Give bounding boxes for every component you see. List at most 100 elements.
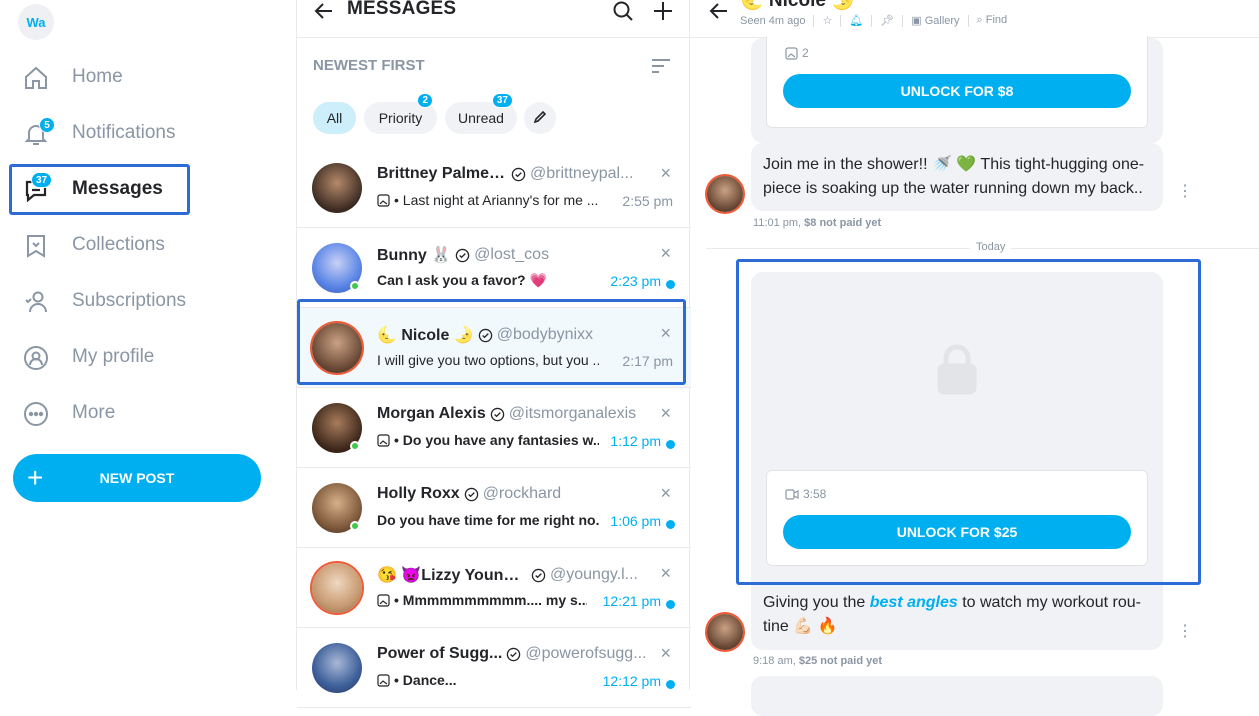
new-post-button[interactable]: + NEW POST [13,454,261,502]
nav-home-label: Home [72,66,123,87]
new-message-icon[interactable] [652,0,674,22]
message-text: Giving you the best angles to watch my w… [763,591,1155,639]
plus-icon: + [27,462,44,493]
more-icon [22,400,50,428]
date-divider-label: Today [970,241,1012,253]
pin-icon[interactable]: 📌︎ [880,14,894,27]
nav-subscriptions[interactable]: Subscriptions [10,276,190,326]
chat-handle: @youngy.l... [550,566,638,583]
unread-dot [666,680,675,689]
conversation-header: 🌜 Nicole 🌛 Seen 4m ago ☆ 🔔︎ 📌︎ ▣ Gallery… [690,0,1259,38]
messages-header: MESSAGES [297,0,691,38]
image-icon [377,673,390,687]
chat-row-selected[interactable]: 🌜 Nicole 🌛 @bodybynixx × I will give you… [297,308,691,388]
filter-priority[interactable]: Priority 2 [364,93,437,134]
close-icon[interactable]: × [660,644,671,662]
close-icon[interactable]: × [660,404,671,422]
close-icon[interactable]: × [660,244,671,262]
online-indicator [350,521,360,531]
filter-unread-label: Unread [458,110,504,126]
image-icon [377,593,390,607]
message-bubble-partial [751,676,1163,716]
close-icon[interactable]: × [660,164,671,182]
chat-row[interactable]: Morgan Alexis @itsmorganalexis × • Do yo… [297,388,691,468]
new-post-label: NEW POST [99,470,175,486]
video-duration: 3:58 [803,487,827,501]
message-options-icon[interactable]: ⋮ [1177,624,1193,640]
filter-all[interactable]: All [313,102,356,134]
avatar [312,163,362,213]
unread-dot [666,600,675,609]
chat-row[interactable]: Bunny 🐰 @lost_cos × Can I ask you a favo… [297,228,691,308]
chat-row[interactable]: Holly Roxx @rockhard × Do you have time … [297,468,691,548]
chat-handle: @powerofsugg... [525,645,647,662]
chat-time: 2:17 pm [622,353,673,369]
video-icon [785,488,799,500]
avatar [312,323,362,373]
locked-media-bubble: 2 UNLOCK FOR $8 [751,36,1163,143]
close-icon[interactable]: × [660,324,671,342]
media-count: 2 [802,46,809,60]
messages-title: MESSAGES [347,0,457,19]
close-icon[interactable]: × [660,484,671,502]
message-text: Join me in the shower!! 🚿 💚 This tight-h… [763,156,1145,197]
payment-status: $25 not paid yet [798,655,883,667]
chat-time: 12:12 pm [602,673,661,689]
nav-more[interactable]: More [10,388,190,438]
user-avatar[interactable]: Wa [18,4,54,40]
verified-icon [511,167,526,181]
chat-name: Morgan Alexis [377,405,486,422]
search-icon[interactable] [612,0,634,22]
avatar [707,176,743,212]
conversation-name[interactable]: 🌜 Nicole 🌛 [740,0,855,12]
notification-bell-icon[interactable]: 🔔︎ [849,14,863,27]
avatar [312,563,362,613]
chat-name: 😘 👿Lizzy Youngy... [377,567,527,584]
nav-collections[interactable]: Collections [10,220,190,270]
payment-status: $8 not paid yet [804,217,882,229]
chat-time: 2:23 pm [610,273,661,289]
gallery-label: Gallery [924,15,960,27]
back-arrow-icon[interactable] [708,0,730,22]
unlock-button-25[interactable]: UNLOCK FOR $25 [783,515,1131,549]
home-icon [22,64,50,92]
edit-filters-button[interactable] [524,102,556,134]
verified-icon [478,328,492,342]
unlock-button-label: UNLOCK FOR $8 [900,83,1014,99]
collections-icon [22,232,50,260]
gallery-button[interactable]: ▣ Gallery [911,14,959,27]
chat-row[interactable]: Power of Sugg... @powerofsugg... × • Dan… [297,628,691,708]
chat-time: 2:55 pm [622,193,673,209]
nav-home[interactable]: Home [10,52,190,102]
find-button[interactable]: ⌕ Find [977,14,1008,27]
chat-row[interactable]: Brittney Palmer ... @brittneypal... × • … [297,148,691,228]
chat-handle: @bodybynixx [496,326,594,343]
back-arrow-icon[interactable] [313,0,335,22]
message-options-icon[interactable]: ⋮ [1177,184,1193,200]
chat-row[interactable]: 😘 👿Lizzy Youngy... @youngy.l... × • Mmmm… [297,548,691,628]
filter-unread[interactable]: Unread 37 [445,93,517,134]
sort-label: NEWEST FIRST [313,57,425,74]
chat-preview: Do you have time for me right no... [377,512,599,528]
find-icon: ⌕ [976,14,986,26]
chat-preview: • Last night at Arianny's for me ... [394,192,599,208]
messages-badge: 37 [31,172,53,188]
pencil-icon [533,110,547,127]
unlock-button-8[interactable]: UNLOCK FOR $8 [783,74,1131,108]
message-bubble: Giving you the best angles to watch my w… [751,588,1163,650]
chat-preview: • Dance... [394,672,457,688]
nav-collections-label: Collections [72,234,165,255]
avatar [312,643,362,693]
subscriptions-icon [22,288,50,316]
nav-my-profile[interactable]: My profile [10,332,190,382]
close-icon[interactable]: × [660,564,671,582]
verified-icon [490,407,505,421]
nav-notifications[interactable]: 5 Notifications [10,108,190,158]
chat-name: Brittney Palmer ... [377,165,507,182]
unread-dot [666,520,675,529]
messages-panel: MESSAGES NEWEST FIRST All Priority 2 Unr… [296,0,691,708]
sort-icon[interactable] [651,57,671,75]
nav-messages[interactable]: 37 Messages [10,164,190,214]
star-icon[interactable]: ☆ [822,14,832,27]
nav-my-profile-label: My profile [72,346,155,367]
